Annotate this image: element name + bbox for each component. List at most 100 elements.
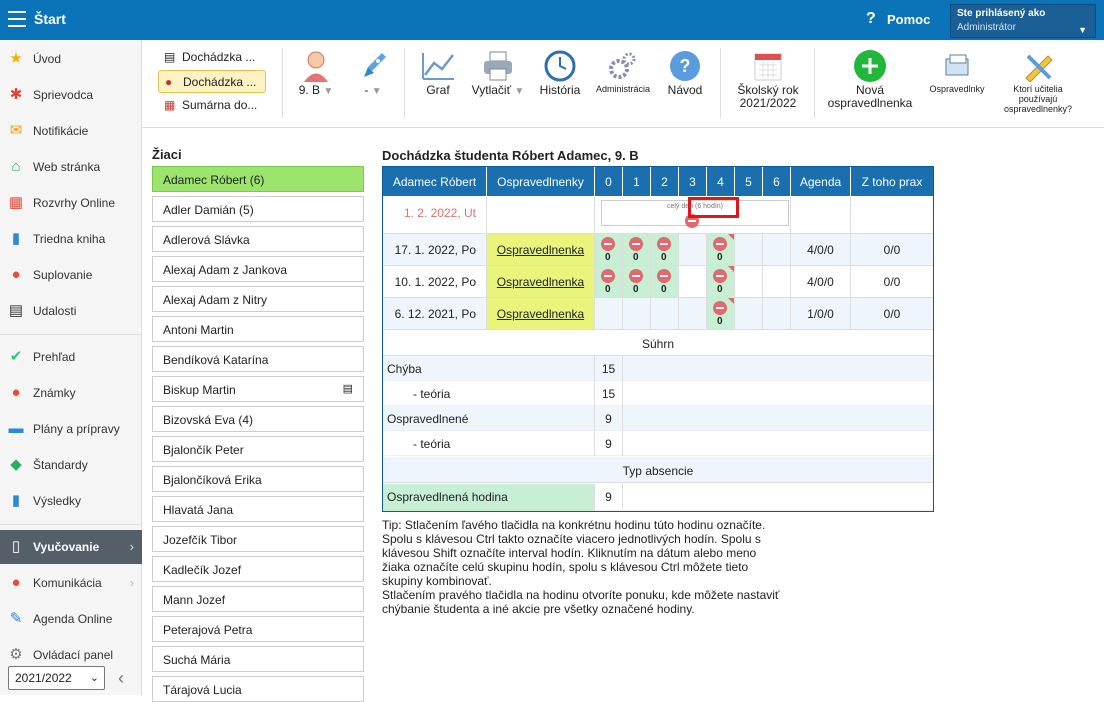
col-header-hour[interactable]: 4 xyxy=(707,167,735,196)
student-item[interactable]: Kadlečík Jozef xyxy=(152,556,364,582)
col-header-hour[interactable]: 0 xyxy=(595,167,623,196)
hour-cell[interactable] xyxy=(763,266,791,298)
student-item[interactable]: Bizovská Eva (4) xyxy=(152,406,364,432)
attendance-view-daily[interactable]: ▤ Dochádzka ... xyxy=(158,46,266,69)
student-item[interactable]: Adamec Róbert (6) xyxy=(152,166,364,192)
student-item[interactable]: Alexaj Adam z Jankova xyxy=(152,256,364,282)
student-item[interactable]: Peterajová Petra xyxy=(152,616,364,642)
history-button[interactable]: História xyxy=(536,48,584,97)
sidebar-item-plany[interactable]: ▬ Plány a prípravy xyxy=(0,412,142,446)
hour-cell[interactable] xyxy=(763,234,791,266)
excuse-link[interactable]: Ospravedlnenka xyxy=(487,298,595,330)
student-item[interactable]: Jozefčík Tibor xyxy=(152,526,364,552)
excuse-link[interactable]: Ospravedlnenka xyxy=(487,266,595,298)
col-header-hour[interactable]: 6 xyxy=(763,167,791,196)
toolbar: ▤ Dochádzka ... ● Dochádzka ... ▦ Sumárna d… xyxy=(142,40,1104,128)
hour-cell[interactable] xyxy=(595,298,623,330)
school-year-select[interactable]: 2021/2022 ⌄ xyxy=(8,666,105,690)
sidebar-item-agenda[interactable]: ✎ Agenda Online xyxy=(0,602,142,636)
class-select[interactable]: 9. B ▼ xyxy=(290,48,342,98)
sidebar-item-suplovanie[interactable]: ● Suplovanie xyxy=(0,258,142,292)
student-item[interactable]: Bjalončíková Erika xyxy=(152,466,364,492)
guide-button[interactable]: ? Návod xyxy=(662,48,708,97)
sidebar-item-rozvrhy[interactable]: ▦ Rozvrhy Online xyxy=(0,186,142,220)
collapse-sidebar-icon[interactable]: ‹ xyxy=(118,668,124,689)
sidebar-item-vyucovanie[interactable]: ▯ Vyučovanie › xyxy=(0,530,142,564)
excuses-button[interactable]: Ospravedlnky xyxy=(922,48,992,94)
hour-cell[interactable]: 0 xyxy=(623,266,651,298)
sidebar-item-label: Rozvrhy Online xyxy=(33,196,116,210)
sidebar-item-prehlad[interactable]: ✔ Prehľad xyxy=(0,340,142,374)
hour-cell[interactable] xyxy=(735,266,763,298)
sidebar-item-udalosti[interactable]: ▤ Udalosti xyxy=(0,294,142,328)
excuse-link-text[interactable]: Ospravedlnenka xyxy=(497,275,584,289)
hour-cell[interactable] xyxy=(735,234,763,266)
col-header-excuses[interactable]: Ospravedlnenky xyxy=(487,167,595,196)
new-excuse-button[interactable]: Nová ospravedlnenka xyxy=(822,48,918,110)
hour-cell[interactable]: 0 xyxy=(651,266,679,298)
hour-cell[interactable] xyxy=(679,234,707,266)
date-cell[interactable]: 10. 1. 2022, Po xyxy=(383,266,487,298)
student-item[interactable]: Hlavatá Jana xyxy=(152,496,364,522)
student-item[interactable]: Adlerová Slávka xyxy=(152,226,364,252)
col-header-hour[interactable]: 1 xyxy=(623,167,651,196)
excuse-link-text[interactable]: Ospravedlnenka xyxy=(497,243,584,257)
hour-cell[interactable] xyxy=(763,298,791,330)
student-item[interactable]: Mann Jozef xyxy=(152,586,364,612)
student-item[interactable]: Suchá Mária xyxy=(152,646,364,672)
student-item[interactable]: Tárajová Lucia xyxy=(152,676,364,702)
hour-cell[interactable] xyxy=(623,298,651,330)
sidebar-item-komunikacia[interactable]: ● Komunikácia › xyxy=(0,566,142,600)
attendance-view-summary[interactable]: ▦ Sumárna do... xyxy=(158,94,266,117)
hour-cell[interactable] xyxy=(679,266,707,298)
hour-cell[interactable] xyxy=(735,298,763,330)
help-icon[interactable]: ? xyxy=(866,10,876,28)
student-item[interactable]: Antoni Martin xyxy=(152,316,364,342)
student-item[interactable]: Bendíková Katarína xyxy=(152,346,364,372)
teachers-using-excuses-button[interactable]: Ktorí učitelia používajú ospravedlnenky? xyxy=(998,48,1078,114)
hours-cell[interactable]: celý deň (6 hodín) xyxy=(595,197,791,234)
col-header-student[interactable]: Adamec Róbert xyxy=(383,167,487,196)
col-header-hour[interactable]: 2 xyxy=(651,167,679,196)
sidebar-item-uvod[interactable]: ★ Úvod xyxy=(0,42,142,76)
col-header-hour[interactable]: 5 xyxy=(735,167,763,196)
sidebar-item-sprievodca[interactable]: ✱ Sprievodca xyxy=(0,78,142,112)
school-year-button[interactable]: Školský rok 2021/2022 xyxy=(728,48,808,110)
hour-cell[interactable]: 0 xyxy=(651,234,679,266)
student-item[interactable]: Alexaj Adam z Nitry xyxy=(152,286,364,312)
person-swap-icon: ● xyxy=(11,266,21,283)
help-link[interactable]: Pomoc xyxy=(887,12,930,27)
user-dropdown[interactable]: Ste prihlásený ako Administrátor ▼ xyxy=(950,4,1096,38)
attendance-title: Dochádzka študenta Róbert Adamec, 9. B xyxy=(382,148,639,163)
hour-cell[interactable]: 0 xyxy=(707,266,735,298)
attendance-view-student[interactable]: ● Dochádzka ... xyxy=(158,70,266,93)
student-item[interactable]: Bjalončík Peter xyxy=(152,436,364,462)
date-cell[interactable]: 6. 12. 2021, Po xyxy=(383,298,487,330)
sidebar-item-web[interactable]: ⌂ Web stránka xyxy=(0,150,142,184)
sidebar-item-vysledky[interactable]: ▮ Výsledky xyxy=(0,484,142,518)
hour-cell[interactable]: 0 xyxy=(623,234,651,266)
date-cell[interactable]: 17. 1. 2022, Po xyxy=(383,234,487,266)
excuse-link[interactable]: Ospravedlnenka xyxy=(487,234,595,266)
group-select[interactable]: - ▼ xyxy=(348,48,398,98)
page-title[interactable]: Štart xyxy=(34,11,66,27)
date-cell[interactable]: 1. 2. 2022, Ut xyxy=(383,197,487,234)
hour-cell[interactable] xyxy=(651,298,679,330)
sidebar-item-znamky[interactable]: ● Známky xyxy=(0,376,142,410)
hour-cell[interactable]: 0 xyxy=(707,234,735,266)
hour-cell[interactable]: 0 xyxy=(595,266,623,298)
student-item[interactable]: Adler Damián (5) xyxy=(152,196,364,222)
hour-cell[interactable] xyxy=(679,298,707,330)
student-item[interactable]: Biskup Martin ▤ xyxy=(152,376,364,402)
sidebar-item-standardy[interactable]: ◆ Štandardy xyxy=(0,448,142,482)
hamburger-menu-icon[interactable] xyxy=(8,11,26,27)
print-button[interactable]: Vytlačiť ▼ xyxy=(468,48,528,98)
admin-button[interactable]: Administrácia xyxy=(592,48,654,94)
excuse-link-text[interactable]: Ospravedlnenka xyxy=(497,307,584,321)
sidebar-item-triedna-kniha[interactable]: ▮ Triedna kniha xyxy=(0,222,142,256)
graf-button[interactable]: Graf xyxy=(412,48,464,97)
hour-cell[interactable]: 0 xyxy=(707,298,735,330)
col-header-hour[interactable]: 3 xyxy=(679,167,707,196)
sidebar-item-notifikacie[interactable]: ✉ Notifikácie xyxy=(0,114,142,148)
hour-cell[interactable]: 0 xyxy=(595,234,623,266)
